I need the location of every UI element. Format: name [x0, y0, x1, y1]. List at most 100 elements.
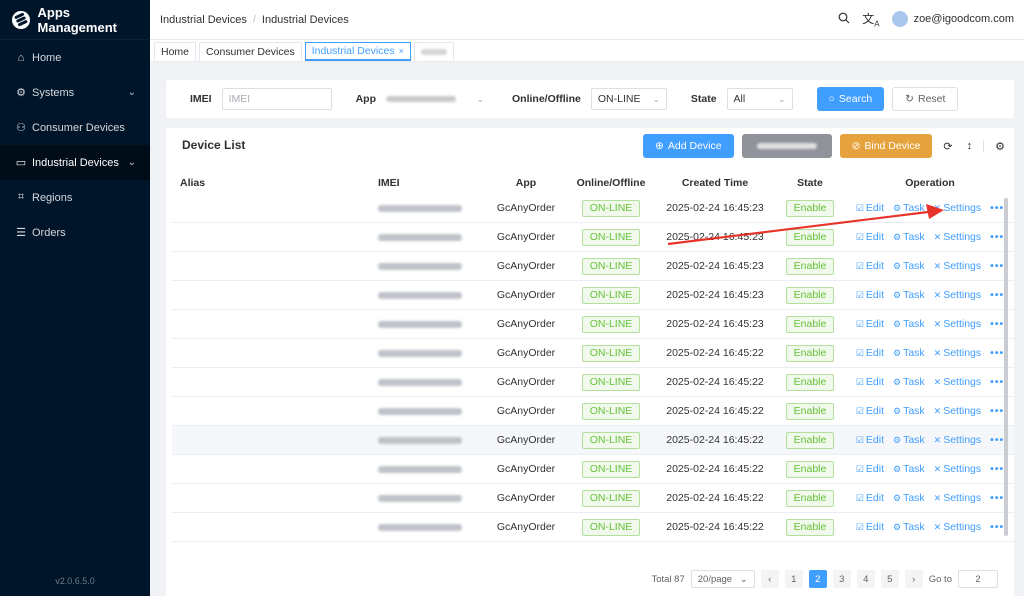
more-icon[interactable]: ••• [990, 347, 1004, 359]
task-button[interactable]: ⚙ Task [893, 289, 925, 301]
settings-button[interactable]: ✕ Settings [934, 202, 982, 214]
task-button[interactable]: ⚙ Task [893, 318, 925, 330]
edit-button[interactable]: ☑ Edit [856, 260, 884, 272]
app-select[interactable]: ⌄ [380, 88, 490, 110]
settings-button[interactable]: ✕ Settings [934, 347, 982, 359]
edit-button[interactable]: ☑ Edit [856, 434, 884, 446]
more-icon[interactable]: ••• [990, 376, 1004, 388]
redacted-button[interactable] [741, 134, 832, 158]
search-icon[interactable] [838, 12, 850, 27]
close-icon[interactable]: × [399, 46, 404, 56]
settings-button[interactable]: ✕ Settings [934, 492, 982, 504]
more-icon[interactable]: ••• [990, 318, 1004, 330]
online-select[interactable]: ON-LINE ⌄ [590, 88, 667, 110]
table-row[interactable]: GcAnyOrder ON-LINE 2025-02-24 16:45:23 Enab… [172, 223, 1014, 252]
task-button[interactable]: ⚙ Task [893, 202, 925, 214]
tab-redacted[interactable] [413, 42, 454, 61]
bind-device-button[interactable]: ⊘ Bind Device [839, 134, 933, 158]
add-device-button[interactable]: ⊕ Add Device [643, 134, 734, 158]
table-row[interactable]: GcAnyOrder ON-LINE 2025-02-24 16:45:22 Enab… [172, 397, 1014, 426]
task-label: Task [903, 260, 925, 272]
more-icon[interactable]: ••• [990, 521, 1004, 533]
task-button[interactable]: ⚙ Task [893, 521, 925, 533]
reset-button[interactable]: ↻ Reset [892, 87, 959, 111]
task-button[interactable]: ⚙ Task [893, 492, 925, 504]
table-row[interactable]: GcAnyOrder ON-LINE 2025-02-24 16:45:22 Enab… [172, 484, 1014, 513]
settings-button[interactable]: ✕ Settings [934, 521, 982, 533]
table-row[interactable]: GcAnyOrder ON-LINE 2025-02-24 16:45:22 Enab… [172, 339, 1014, 368]
sidebar-item-home[interactable]: ⌂ Home [0, 40, 150, 75]
tab-industrial-devices[interactable]: Industrial Devices × [304, 42, 411, 61]
settings-button[interactable]: ✕ Settings [934, 405, 982, 417]
translate-icon[interactable]: 文A [862, 10, 879, 28]
breadcrumb-item[interactable]: Industrial Devices [160, 14, 247, 26]
task-button[interactable]: ⚙ Task [893, 405, 925, 417]
page-button[interactable]: 5 [880, 570, 899, 588]
settings-button[interactable]: ✕ Settings [934, 260, 982, 272]
task-button[interactable]: ⚙ Task [893, 376, 925, 388]
settings-button[interactable]: ✕ Settings [934, 463, 982, 475]
page-size-select[interactable]: 20/page ⌄ [690, 570, 755, 588]
more-icon[interactable]: ••• [990, 289, 1004, 301]
sidebar-item-systems[interactable]: ⚙ Systems ⌄ [0, 75, 150, 110]
task-button[interactable]: ⚙ Task [893, 434, 925, 446]
sidebar-item-industrial-devices[interactable]: ▭ Industrial Devices ⌄ [0, 145, 150, 180]
state-select[interactable]: All ⌄ [726, 88, 793, 110]
table-row[interactable]: GcAnyOrder ON-LINE 2025-02-24 16:45:23 Enab… [172, 281, 1014, 310]
sidebar-item-regions[interactable]: ⌗ Regions [0, 180, 150, 215]
task-button[interactable]: ⚙ Task [893, 231, 925, 243]
edit-button[interactable]: ☑ Edit [856, 376, 884, 388]
edit-button[interactable]: ☑ Edit [856, 521, 884, 533]
more-icon[interactable]: ••• [990, 260, 1004, 272]
more-icon[interactable]: ••• [990, 231, 1004, 243]
task-button[interactable]: ⚙ Task [893, 260, 925, 272]
table-row[interactable]: GcAnyOrder ON-LINE 2025-02-24 16:45:22 Enab… [172, 368, 1014, 397]
more-icon[interactable]: ••• [990, 492, 1004, 504]
table-row[interactable]: GcAnyOrder ON-LINE 2025-02-24 16:45:23 Enab… [172, 310, 1014, 339]
edit-button[interactable]: ☑ Edit [856, 289, 884, 301]
brand[interactable]: Apps Management [0, 0, 150, 40]
imei-input[interactable]: IMEI [221, 88, 332, 110]
search-button[interactable]: ○ Search [816, 87, 885, 111]
table-row[interactable]: GcAnyOrder ON-LINE 2025-02-24 16:45:22 Enab… [172, 513, 1014, 542]
sidebar-item-orders[interactable]: ☰ Orders [0, 215, 150, 250]
page-button[interactable]: 2 [808, 570, 827, 588]
table-row[interactable]: GcAnyOrder ON-LINE 2025-02-24 16:45:23 Enab… [172, 252, 1014, 281]
edit-button[interactable]: ☑ Edit [856, 492, 884, 504]
edit-button[interactable]: ☑ Edit [856, 231, 884, 243]
page-button[interactable]: 3 [832, 570, 851, 588]
more-icon[interactable]: ••• [990, 202, 1004, 214]
more-icon[interactable]: ••• [990, 463, 1004, 475]
goto-input[interactable]: 2 [958, 570, 998, 588]
edit-button[interactable]: ☑ Edit [856, 347, 884, 359]
table-row[interactable]: GcAnyOrder ON-LINE 2025-02-24 16:45:22 Enab… [172, 426, 1014, 455]
settings-icon[interactable]: ⚙ [992, 140, 1008, 153]
settings-button[interactable]: ✕ Settings [934, 434, 982, 446]
page-button[interactable]: 4 [856, 570, 875, 588]
edit-icon: ☑ [855, 406, 864, 416]
table-scrollbar[interactable] [1004, 198, 1008, 536]
settings-button[interactable]: ✕ Settings [934, 318, 982, 330]
more-icon[interactable]: ••• [990, 434, 1004, 446]
user-menu[interactable]: zoe@igoodcom.com [891, 11, 1014, 28]
settings-button[interactable]: ✕ Settings [934, 376, 982, 388]
tab-consumer-devices[interactable]: Consumer Devices [199, 42, 302, 61]
prev-page-button[interactable]: ‹ [760, 570, 779, 588]
table-row[interactable]: GcAnyOrder ON-LINE 2025-02-24 16:45:22 Enab… [172, 455, 1014, 484]
refresh-icon[interactable]: ⟳ [940, 140, 955, 153]
edit-button[interactable]: ☑ Edit [856, 202, 884, 214]
more-icon[interactable]: ••• [990, 405, 1004, 417]
edit-button[interactable]: ☑ Edit [856, 463, 884, 475]
page-button[interactable]: 1 [784, 570, 803, 588]
task-button[interactable]: ⚙ Task [893, 347, 925, 359]
task-button[interactable]: ⚙ Task [893, 463, 925, 475]
settings-button[interactable]: ✕ Settings [934, 289, 982, 301]
edit-button[interactable]: ☑ Edit [856, 405, 884, 417]
column-height-icon[interactable]: ↕ [964, 140, 976, 152]
edit-button[interactable]: ☑ Edit [856, 318, 884, 330]
next-page-button[interactable]: › [904, 570, 923, 588]
table-row[interactable]: GcAnyOrder ON-LINE 2025-02-24 16:45:23 Enab… [172, 194, 1014, 223]
tab-home[interactable]: Home [154, 42, 197, 61]
settings-button[interactable]: ✕ Settings [934, 231, 982, 243]
sidebar-item-consumer-devices[interactable]: ⚇ Consumer Devices [0, 110, 150, 145]
